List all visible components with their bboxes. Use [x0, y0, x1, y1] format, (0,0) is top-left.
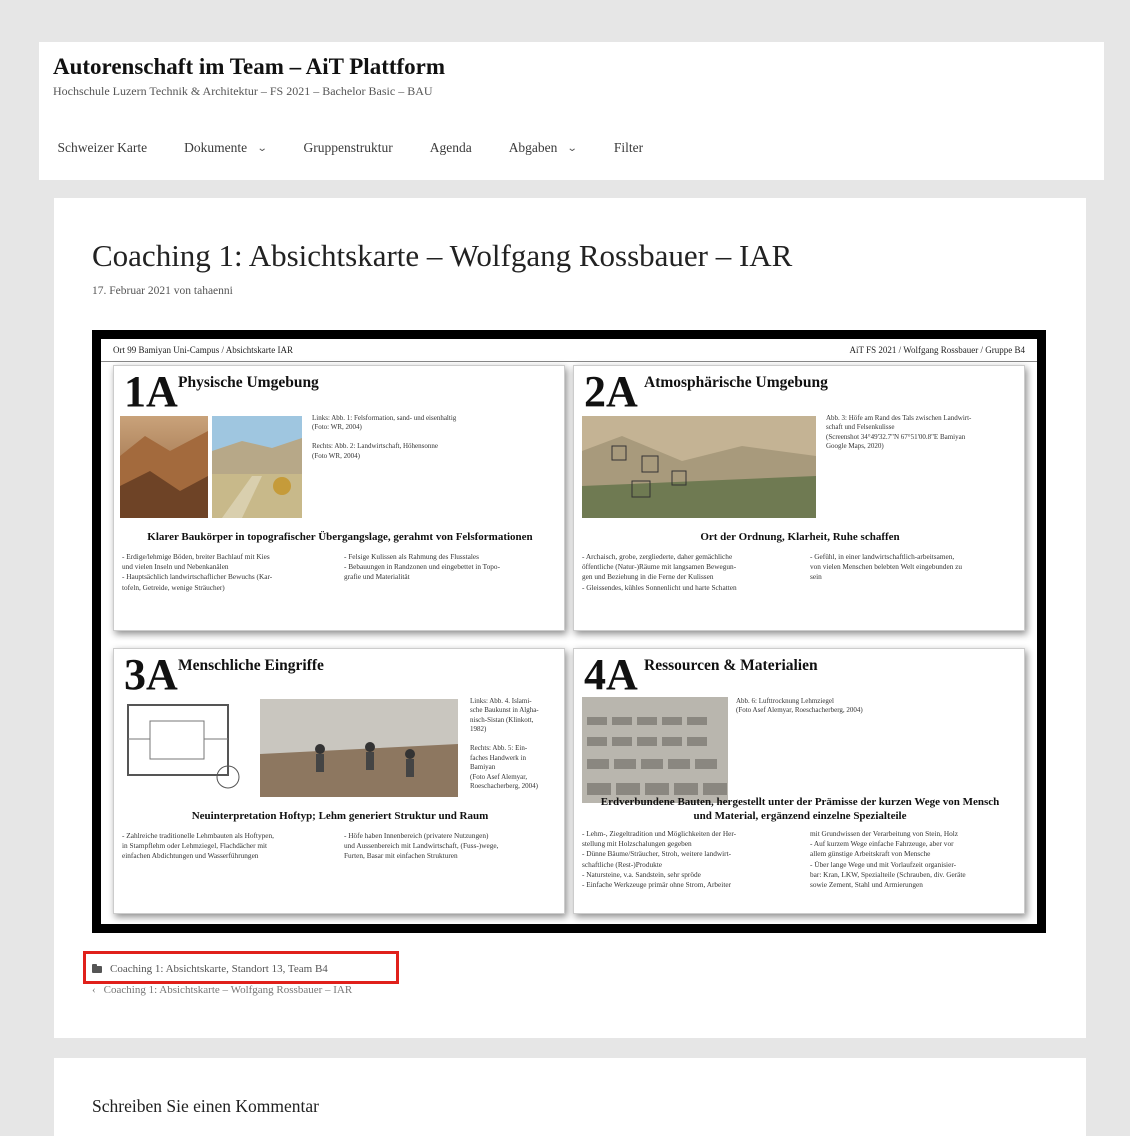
post-nav-link[interactable]: Coaching 1: Absichtskarte – Wolfgang Ros… — [104, 984, 353, 996]
card-bullets-right: - Felsige Kulissen als Rahmung des Fluss… — [344, 552, 500, 582]
card-title: Menschliche Eingriffe — [178, 657, 324, 674]
card-bullets-right: - Gefühl, in einer landwirtschaftlich-ar… — [810, 552, 963, 582]
highlight-box — [83, 951, 399, 984]
poster-card-4a: 4A Ressourcen & Materialien Abb. 6: Luft… — [573, 648, 1025, 914]
poster-header-right: AiT FS 2021 / Wolfgang Rossbauer / Grupp… — [849, 345, 1025, 355]
nav-label: Schweizer Karte — [57, 140, 148, 155]
satellite-map-photo — [582, 416, 816, 518]
card-bullets-left: - Erdige/lehmige Böden, breiter Bachlauf… — [122, 552, 273, 592]
nav-item-schweizer-karte[interactable]: Schweizer Karte — [39, 140, 166, 156]
card-number: 4A — [584, 650, 638, 699]
card-caption: Abb. 6: Lufttrocknung Lehmziegel (Foto A… — [736, 697, 863, 715]
site-description: Hochschule Luzern Technik & Architektur … — [53, 84, 433, 98]
card-title: Ressourcen & Materialien — [644, 657, 818, 674]
card-bullets-right: mit Grundwissen der Verarbeitung von Ste… — [810, 829, 966, 890]
nav-label: Abgaben — [508, 140, 558, 155]
chevron-down-icon: ⌄ — [567, 142, 579, 154]
nav-item-gruppenstruktur[interactable]: Gruppenstruktur — [285, 140, 411, 156]
card-subtitle: Neuinterpretation Hoftyp; Lehm generiert… — [191, 810, 489, 822]
poster-header: Ort 99 Bamiyan Uni-Campus / Absichtskart… — [101, 339, 1037, 362]
card-bullets-left: - Lehm-, Ziegeltradition und Möglichkeit… — [582, 829, 737, 890]
poster-card-2a: 2A Atmosphärische Umgebung Abb. 3: Höfe … — [573, 365, 1025, 631]
poster-content: Ort 99 Bamiyan Uni-Campus / Absichtskart… — [101, 339, 1037, 924]
card-title: Physische Umgebung — [178, 374, 319, 391]
card-bullets-right: - Höfe haben Innenbereich (privatere Nut… — [344, 831, 499, 861]
poster-card-1a: 1A Physische Umgebung Links: Abb. 1: Fel… — [113, 365, 565, 631]
workers-photo — [260, 699, 458, 797]
poster-image: Ort 99 Bamiyan Uni-Campus / Absichtskart… — [92, 330, 1046, 933]
card-subtitle: Ort der Ordnung, Klarheit, Ruhe schaffen — [700, 531, 900, 543]
site-header: Autorenschaft im Team – AiT Plattform Ho… — [39, 42, 1104, 180]
mud-bricks-photo — [582, 697, 728, 803]
poster-card-3a: 3A Menschliche Eingriffe Links: Abb. 4. … — [113, 648, 565, 914]
post-article: Coaching 1: Absichtskarte – Wolfgang Ros… — [54, 198, 1086, 1038]
comment-title: Schreiben Sie einen Kommentar — [92, 1096, 319, 1116]
post-meta: 17. Februar 2021 von tahaenni — [92, 285, 233, 297]
nav-label: Agenda — [429, 140, 472, 155]
card-caption: Abb. 3: Höfe am Rand des Tals zwischen L… — [826, 414, 972, 451]
post-title: Coaching 1: Absichtskarte – Wolfgang Ros… — [92, 238, 793, 273]
nav-item-abgaben[interactable]: Abgaben ⌄ — [490, 140, 595, 156]
card-bullets-left: - Zahlreiche traditionelle Lehmbauten al… — [122, 831, 274, 861]
card-subtitle: Klarer Baukörper in topografischer Überg… — [147, 531, 533, 543]
nav-label: Filter — [613, 140, 644, 155]
floor-plan-drawing — [120, 699, 248, 795]
card-number: 1A — [124, 367, 178, 416]
nav-item-filter[interactable]: Filter — [595, 140, 661, 156]
nav-label: Dokumente — [184, 140, 248, 155]
rock-formation-photo — [120, 416, 208, 518]
poster-header-left: Ort 99 Bamiyan Uni-Campus / Absichtskart… — [113, 345, 293, 355]
nav-item-agenda[interactable]: Agenda — [411, 140, 490, 156]
main-nav: Schweizer Karte Dokumente ⌄ Gruppenstrukt… — [39, 140, 662, 156]
card-subtitle: Erdverbundene Bauten, hergestellt unter … — [600, 796, 1000, 823]
card-caption: Links: Abb. 1: Felsformation, sand- und … — [312, 414, 457, 460]
card-bullets-left: - Archaisch, grobe, zergliederte, daher … — [582, 552, 737, 592]
post-date[interactable]: 17. Februar 2021 — [92, 285, 171, 297]
post-author[interactable]: tahaenni — [194, 285, 233, 297]
nav-label: Gruppenstruktur — [303, 140, 393, 155]
comment-section: Schreiben Sie einen Kommentar — [54, 1058, 1086, 1136]
nav-item-dokumente[interactable]: Dokumente ⌄ — [166, 140, 285, 156]
landscape-photo — [212, 416, 302, 518]
chevron-down-icon: ⌄ — [256, 142, 268, 154]
site-title[interactable]: Autorenschaft im Team – AiT Plattform — [53, 54, 445, 80]
card-title: Atmosphärische Umgebung — [644, 374, 828, 391]
card-number: 2A — [584, 367, 638, 416]
post-navigation[interactable]: ‹ Coaching 1: Absichtskarte – Wolfgang Ro… — [92, 984, 352, 996]
card-number: 3A — [124, 650, 178, 699]
chevron-left-icon: ‹ — [92, 984, 96, 996]
post-by: von — [173, 285, 192, 297]
card-caption: Links: Abb. 4. Islami- sche Baukunst in … — [470, 697, 539, 790]
